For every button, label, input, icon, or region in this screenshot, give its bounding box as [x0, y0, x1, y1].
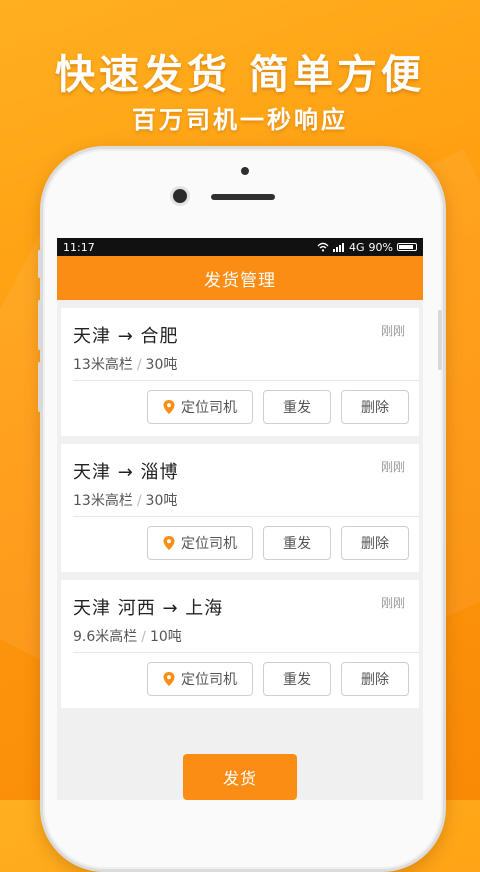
location-pin-icon: [163, 400, 175, 414]
delete-button[interactable]: 删除: [341, 662, 409, 696]
locate-driver-button[interactable]: 定位司机: [147, 526, 253, 560]
promo-subline: 百万司机一秒响应: [132, 106, 348, 134]
locate-driver-button[interactable]: 定位司机: [147, 390, 253, 424]
location-pin-icon: [163, 536, 175, 550]
shipment-route: 天津 → 淄博: [73, 462, 179, 483]
cargo-weight: 30吨: [145, 357, 178, 373]
truck-type: 13米高栏: [73, 493, 133, 509]
battery-level: 90%: [368, 240, 393, 254]
locate-driver-label: 定位司机: [181, 400, 237, 416]
promo-headline: 快速发货 简单方便: [55, 52, 425, 98]
shipment-card[interactable]: 天津 → 淄博 刚刚 13米高栏/30吨 定位司机 重发 删除: [61, 444, 419, 572]
wifi-icon: [317, 242, 329, 252]
cargo-weight: 30吨: [145, 493, 178, 509]
spec-separator: /: [136, 357, 142, 373]
locate-driver-label: 定位司机: [181, 672, 237, 688]
phone-power-button: [438, 310, 442, 370]
truck-type: 13米高栏: [73, 357, 133, 373]
phone-mute-switch: [38, 250, 42, 278]
battery-icon: [397, 243, 417, 251]
locate-driver-label: 定位司机: [181, 536, 237, 552]
status-time: 11:17: [63, 240, 95, 254]
shipment-card[interactable]: 天津 → 合肥 刚刚 13米高栏/30吨 定位司机 重发 删除: [61, 308, 419, 436]
shipment-route: 天津 → 合肥: [73, 326, 179, 347]
shipment-spec: 9.6米高栏/10吨: [73, 626, 182, 646]
phone-volume-button: [38, 362, 42, 412]
spec-separator: /: [136, 493, 142, 509]
card-divider: [73, 380, 419, 381]
delete-button[interactable]: 删除: [341, 390, 409, 424]
resend-button[interactable]: 重发: [263, 526, 331, 560]
shipment-time: 刚刚: [380, 324, 405, 338]
status-bar: 11:17 4G 90%: [57, 238, 423, 256]
shipment-time: 刚刚: [380, 460, 405, 474]
shipment-spec: 13米高栏/30吨: [73, 354, 177, 374]
phone-camera: [173, 189, 187, 203]
status-indicators: 4G 90%: [317, 241, 417, 254]
delete-button[interactable]: 删除: [341, 526, 409, 560]
shipment-card[interactable]: 天津 河西 → 上海 刚刚 9.6米高栏/10吨 定位司机 重发 删除: [61, 580, 419, 708]
location-pin-icon: [163, 672, 175, 686]
phone-sensor: [241, 167, 249, 175]
shipment-time: 刚刚: [380, 596, 405, 610]
app-screen: 11:17 4G 90% 发货管理 天津 → 合肥 刚刚 13米高栏/30吨 定…: [57, 238, 423, 800]
resend-button[interactable]: 重发: [263, 390, 331, 424]
card-divider: [73, 516, 419, 517]
locate-driver-button[interactable]: 定位司机: [147, 662, 253, 696]
app-bar: 发货管理: [57, 256, 423, 300]
phone-volume-button: [38, 300, 42, 350]
shipment-route: 天津 河西 → 上海: [73, 598, 224, 619]
spec-separator: /: [141, 629, 146, 645]
card-divider: [73, 652, 419, 653]
cargo-weight: 10吨: [149, 629, 182, 645]
ship-button[interactable]: 发货: [183, 754, 297, 800]
truck-type: 9.6米高栏: [73, 629, 138, 645]
network-type: 4G: [349, 240, 365, 254]
phone-speaker: [211, 194, 275, 200]
app-bar-title: 发货管理: [204, 270, 276, 291]
shipment-spec: 13米高栏/30吨: [73, 490, 177, 510]
signal-icon: [333, 243, 345, 252]
resend-button[interactable]: 重发: [263, 662, 331, 696]
